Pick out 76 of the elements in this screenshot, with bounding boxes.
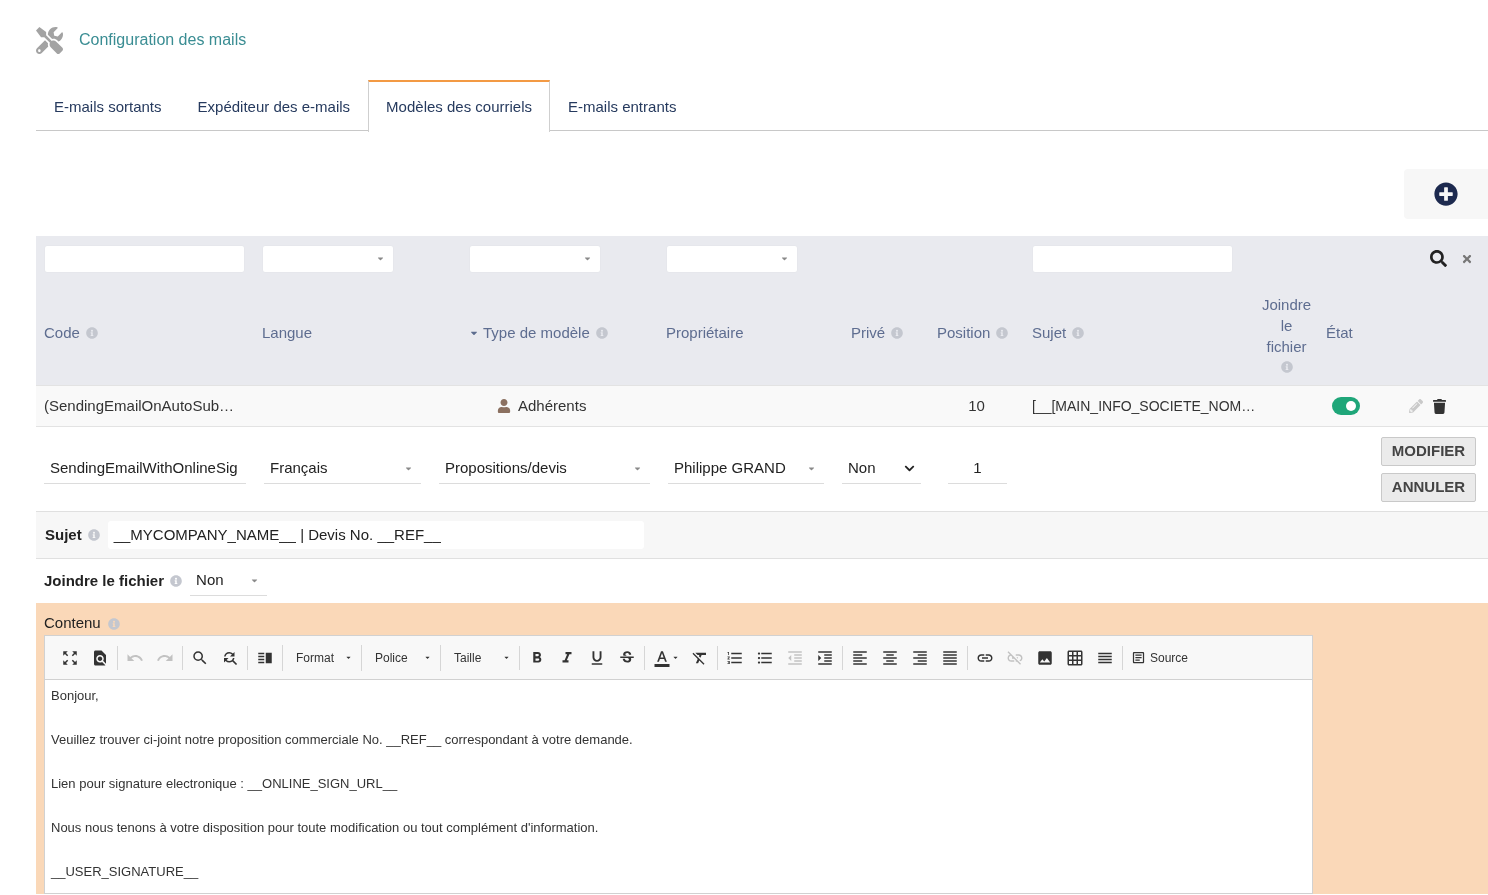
- align-right-icon: [911, 648, 929, 667]
- field-label: Joindre le fichier: [44, 570, 165, 591]
- caret-icon: [780, 254, 789, 263]
- search-icon[interactable]: [1430, 250, 1447, 267]
- close-icon[interactable]: [1461, 252, 1473, 265]
- select-field[interactable]: Français: [264, 454, 421, 484]
- subject-input[interactable]: __MYCOMPANY_NAME__ | Devis No. __REF__: [107, 521, 644, 549]
- image-icon: [1036, 648, 1054, 667]
- tab[interactable]: Expéditeur des e-mails: [179, 80, 369, 132]
- column-header[interactable]: Code: [44, 321, 80, 345]
- column-header[interactable]: Privé: [851, 321, 886, 345]
- source-button[interactable]: Source: [1128, 645, 1192, 670]
- column-header[interactable]: Joindre le fichier: [1261, 293, 1312, 357]
- filter-field[interactable]: [1032, 244, 1233, 273]
- align-center-icon: [881, 648, 899, 667]
- paragraph: Lien pour signature electronique : __ONLINE_SIGN_URL__: [51, 775, 399, 793]
- column-header[interactable]: Langue: [262, 321, 313, 345]
- tab[interactable]: E-mails sortants: [36, 80, 180, 132]
- align-left-icon: [851, 648, 869, 667]
- select-field[interactable]: Philippe GRAND: [668, 454, 824, 484]
- paragraph: Veuillez trouver ci-joint notre proposition commerciale No. __REF__ correspondant à votre demande.: [51, 731, 634, 749]
- expand-icon: [61, 648, 79, 667]
- caret-icon: [424, 654, 431, 661]
- column-header[interactable]: Type de modèle: [483, 321, 590, 345]
- caret-icon: [583, 254, 592, 263]
- select-field[interactable]: Non: [190, 566, 268, 596]
- column-header[interactable]: Position: [937, 321, 991, 345]
- table-icon: [1066, 648, 1084, 667]
- outdent-icon: [786, 648, 804, 667]
- caret-icon: [807, 464, 816, 473]
- caret-icon: [404, 464, 413, 473]
- toolbar-dropdown[interactable]: Taille: [446, 644, 514, 671]
- paragraph: Nous nous tenons à votre disposition pour toute modification ou tout complément d'information.: [51, 819, 600, 837]
- trash-icon[interactable]: [1433, 398, 1446, 414]
- form-button[interactable]: ANNULER: [1381, 472, 1476, 502]
- table-cell: (SendingEmailOnAutoSub…: [44, 396, 235, 414]
- caret-icon: [503, 654, 510, 661]
- add-button[interactable]: [1404, 169, 1488, 219]
- field-label: Contenu: [44, 613, 101, 634]
- caret-icon: [376, 254, 385, 263]
- toolbar-dropdown[interactable]: Police: [367, 644, 435, 671]
- text-color-icon: [653, 648, 671, 667]
- caret-icon: [672, 654, 679, 661]
- column-header[interactable]: Propriétaire: [666, 321, 744, 345]
- caret-icon: [250, 576, 260, 585]
- select-field[interactable]: Non: [842, 454, 921, 484]
- select-field[interactable]: Propositions/devis: [439, 454, 650, 484]
- table-cell-text: 10: [968, 395, 985, 416]
- document-search-icon: [91, 648, 109, 667]
- user-icon: [497, 399, 511, 413]
- page-title: Configuration des mails: [79, 30, 247, 50]
- position-input[interactable]: 1: [948, 454, 1007, 484]
- document-icon: [1131, 650, 1146, 665]
- search-icon: [191, 648, 209, 667]
- paragraph: Bonjour,: [51, 687, 100, 705]
- toolbar-dropdown[interactable]: Format: [288, 644, 356, 671]
- filter-field[interactable]: [44, 244, 245, 273]
- justify-icon: [941, 648, 959, 667]
- caret-icon: [345, 654, 352, 661]
- tools-icon: [36, 26, 63, 54]
- paragraph: __USER_SIGNATURE__: [51, 863, 200, 881]
- form-button[interactable]: MODIFIER: [1381, 436, 1476, 466]
- unlink-icon: [1006, 648, 1024, 667]
- column-header[interactable]: État: [1326, 321, 1353, 345]
- caret-icon: [633, 464, 642, 473]
- plus-icon: [1434, 182, 1458, 206]
- code-input[interactable]: SendingEmailWithOnlineSig: [44, 454, 246, 484]
- table-cell: [__[MAIN_INFO_SOCIETE_NOM…: [1032, 397, 1256, 414]
- chevron-icon: [904, 463, 915, 474]
- toggle-switch[interactable]: [1332, 397, 1360, 415]
- field-label: Sujet: [45, 524, 82, 545]
- tab[interactable]: Modèles des courriels: [368, 80, 550, 132]
- tab[interactable]: E-mails entrants: [550, 80, 695, 132]
- table-cell-text: Adhérents: [518, 395, 587, 416]
- column-header[interactable]: Sujet: [1032, 321, 1067, 345]
- indent-icon: [816, 648, 834, 667]
